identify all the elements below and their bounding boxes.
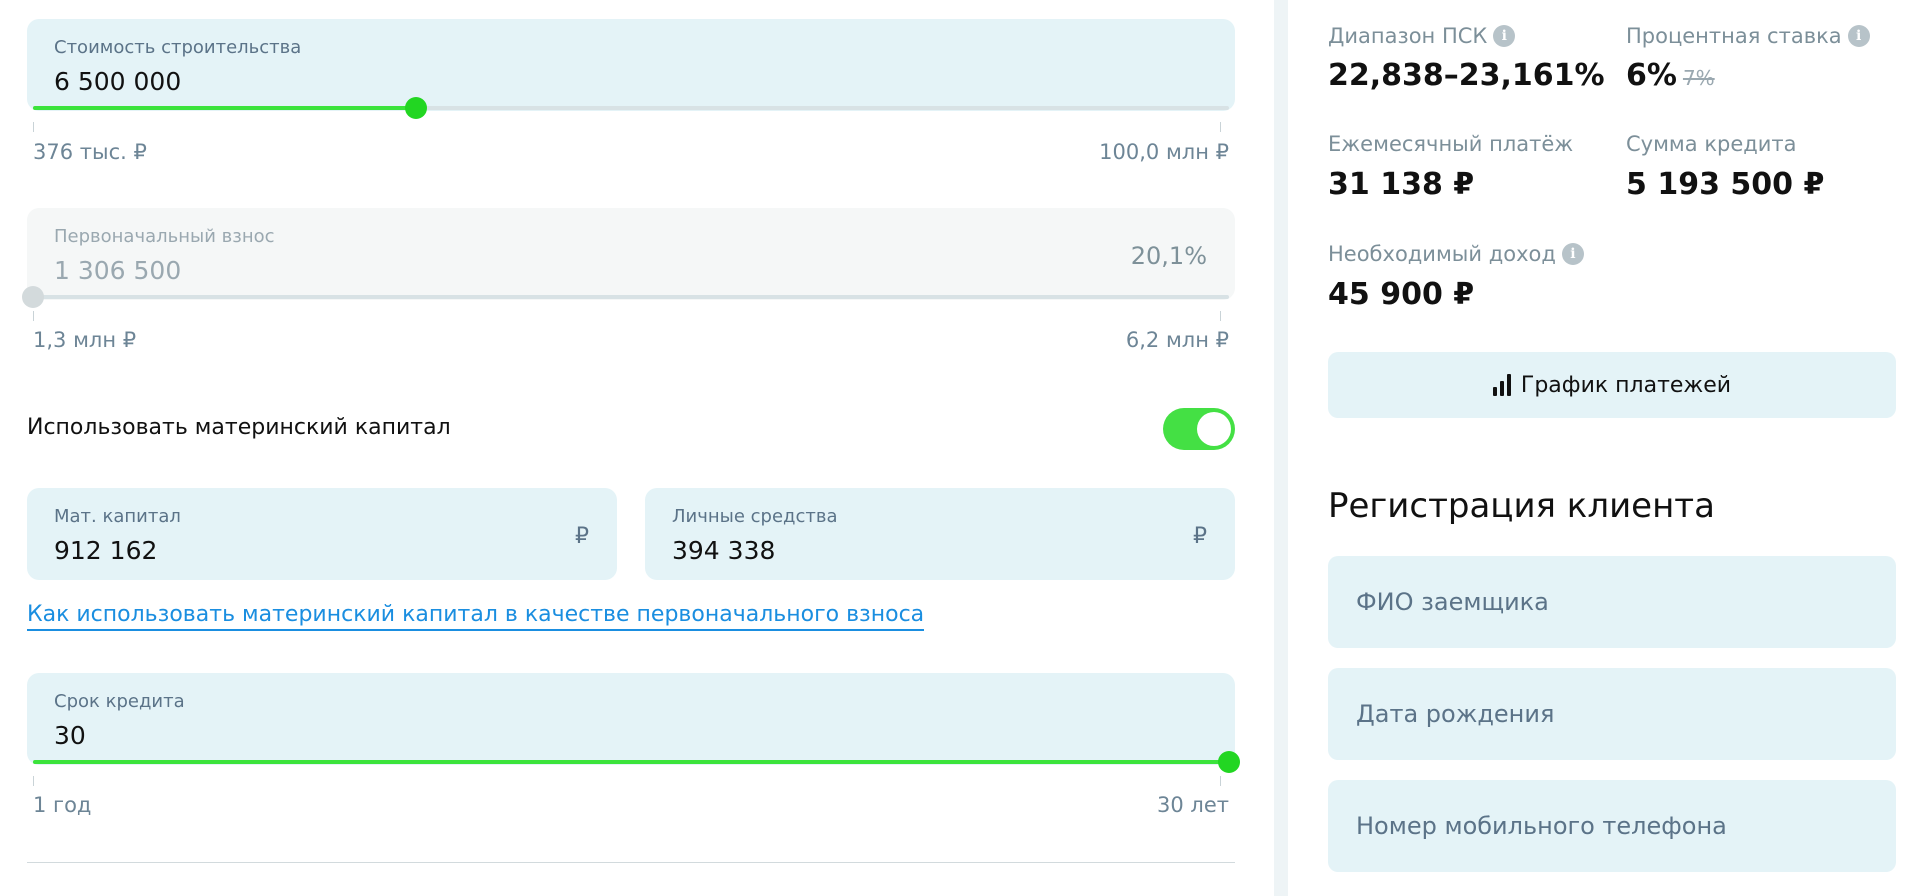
birth-date-field[interactable]: Дата рождения [1328, 668, 1896, 760]
own-funds-label: Личные средства [672, 506, 838, 527]
loan-term-label: Срок кредита [54, 691, 185, 712]
psk-value: 22,838–23,161% [1328, 58, 1605, 93]
down-payment-min-tick [33, 311, 34, 321]
down-payment-percent: 20,1% [1130, 242, 1207, 270]
own-funds-field[interactable]: Личные средства 394 338 ₽ [645, 488, 1235, 580]
loan-label-text: Сумма кредита [1626, 132, 1797, 156]
monthly-payment-label: Ежемесячный платёж [1328, 132, 1573, 156]
psk-label-text: Диапазон ПСК [1328, 24, 1488, 48]
construction-cost-value[interactable]: 6 500 000 [54, 67, 181, 96]
income-label-text: Необходимый доход [1328, 242, 1556, 266]
loan-term-slider-thumb[interactable] [1218, 751, 1240, 773]
rate-value-text: 6% [1626, 58, 1677, 93]
mat-capital-toggle-label: Использовать материнский капитал [27, 415, 451, 440]
info-icon[interactable]: i [1561, 243, 1584, 265]
required-income-label: Необходимый доход i [1328, 242, 1584, 266]
mat-capital-label: Мат. капитал [54, 506, 181, 527]
construction-cost-slider[interactable] [33, 97, 1229, 119]
down-payment-slider [22, 286, 1229, 308]
down-payment-field: Первоначальный взнос 1 306 500 20,1% [27, 208, 1235, 300]
loan-term-slider[interactable] [33, 751, 1240, 773]
construction-max-label: 100,0 млн ₽ [1099, 140, 1229, 164]
psk-label: Диапазон ПСК i [1328, 24, 1516, 48]
construction-min-tick [33, 122, 34, 132]
payment-schedule-label: График платежей [1520, 372, 1732, 398]
loan-term-field[interactable]: Срок кредита 30 [27, 673, 1235, 765]
down-payment-max-tick [1220, 311, 1221, 321]
payment-schedule-button[interactable]: График платежей [1328, 352, 1896, 418]
registration-title: Регистрация клиента [1328, 486, 1715, 526]
rate-label: Процентная ставка i [1626, 24, 1870, 48]
construction-cost-slider-thumb[interactable] [404, 97, 427, 119]
construction-max-tick [1220, 122, 1221, 132]
summary-panel: Диапазон ПСК i 22,838–23,161% Процентная… [1328, 0, 1896, 896]
borrower-name-placeholder: ФИО заемщика [1356, 588, 1549, 616]
required-income-value: 45 900 ₽ [1328, 277, 1475, 312]
old-rate: 7% [1682, 66, 1715, 90]
rate-value: 6% 7% [1626, 58, 1715, 93]
phone-placeholder: Номер мобильного телефона [1356, 812, 1727, 840]
term-max-label: 30 лет [1157, 793, 1229, 817]
monthly-label-text: Ежемесячный платёж [1328, 132, 1574, 156]
rate-label-text: Процентная ставка [1626, 24, 1842, 48]
construction-min-label: 376 тыс. ₽ [33, 140, 147, 164]
phone-field[interactable]: Номер мобильного телефона [1328, 780, 1896, 872]
construction-cost-field[interactable]: Стоимость строительства 6 500 000 [27, 19, 1235, 111]
borrower-name-field[interactable]: ФИО заемщика [1328, 556, 1896, 648]
loan-amount-value: 5 193 500 ₽ [1626, 167, 1825, 202]
bar-chart-icon [1492, 374, 1511, 396]
term-min-tick [33, 776, 34, 786]
mat-capital-help-link[interactable]: Как использовать материнский капитал в к… [27, 602, 925, 631]
loan-term-slider-fill [33, 760, 1229, 764]
term-min-label: 1 год [33, 793, 92, 817]
construction-cost-slider-fill [33, 106, 416, 110]
loan-term-value[interactable]: 30 [54, 721, 86, 750]
calculator-panel: Стоимость строительства 6 500 000 376 ты… [22, 0, 1240, 896]
info-icon[interactable]: i [1847, 25, 1870, 47]
mat-capital-toggle[interactable] [1163, 408, 1235, 450]
down-payment-min-label: 1,3 млн ₽ [33, 328, 137, 352]
mat-capital-field[interactable]: Мат. капитал 912 162 ₽ [27, 488, 617, 580]
birth-date-placeholder: Дата рождения [1356, 700, 1555, 728]
section-divider [27, 862, 1235, 863]
ruble-icon: ₽ [1193, 524, 1207, 549]
info-icon[interactable]: i [1493, 25, 1516, 47]
monthly-payment-value: 31 138 ₽ [1328, 167, 1475, 202]
toggle-knob [1197, 412, 1231, 446]
own-funds-value[interactable]: 394 338 [672, 536, 775, 565]
term-max-tick [1220, 776, 1221, 786]
construction-cost-label: Стоимость строительства [54, 37, 302, 58]
down-payment-max-label: 6,2 млн ₽ [1125, 328, 1229, 352]
down-payment-slider-thumb [22, 286, 44, 308]
mat-capital-value[interactable]: 912 162 [54, 536, 157, 565]
down-payment-value: 1 306 500 [54, 256, 182, 285]
down-payment-label: Первоначальный взнос [54, 226, 275, 247]
loan-amount-label: Сумма кредита [1626, 132, 1797, 156]
ruble-icon: ₽ [575, 524, 589, 549]
panel-divider [1274, 0, 1288, 896]
